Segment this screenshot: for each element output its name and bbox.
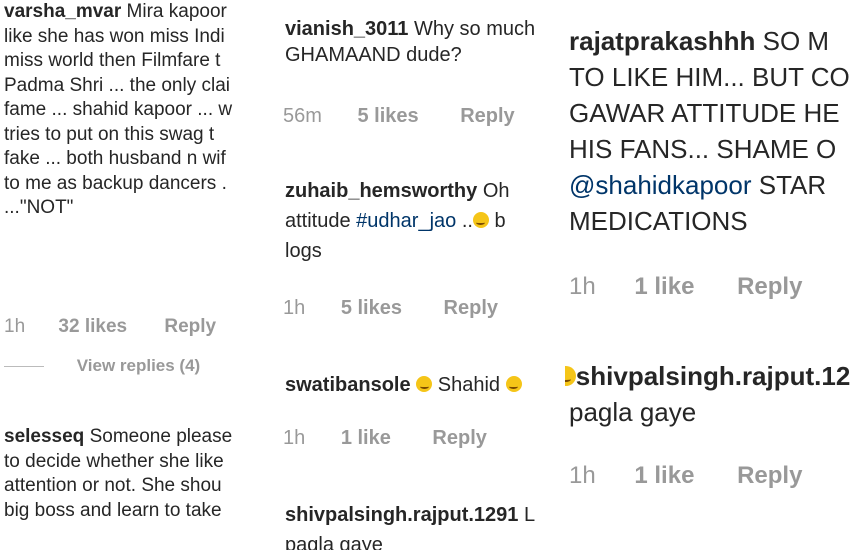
comment-username[interactable]: swatibansole [285,374,411,396]
comment-text: Padma Shri ... the only clai [4,74,230,96]
smile-emoji-icon [416,376,433,392]
comment-text: HIS FANS... SHAME O [569,134,837,164]
comment-meta: 1h 1 like Reply [569,462,802,490]
comment-text: pagla gaye [569,397,697,427]
comment-meta: 1h 5 likes Reply [283,297,498,320]
comment-username[interactable]: rajatprakashhh [569,26,755,56]
comment-zuhaib: zuhaib_hemsworthy Oh attitude #udhar_jao… [285,176,565,266]
comment-text: MEDICATIONS [569,206,748,236]
comment-text: b [494,210,506,232]
comment-text: Shahid [437,374,501,396]
likes-count[interactable]: 1 like [634,273,694,301]
comment-text: Mira kapoor [126,1,227,22]
comment-time: 1h [4,316,26,337]
comment-text: Someone please [89,426,233,447]
comment-username[interactable]: varsha_mvar [4,1,121,22]
likes-count[interactable]: 1 like [341,427,391,450]
comment-panel-left: varsha_mvar Mira kapoor like she has won… [0,0,283,550]
comment-username[interactable]: zuhaib_hemsworthy [285,180,477,202]
comment-text: ..."NOT" [4,197,74,218]
comment-panel-right: rajatprakashhh SO M TO LIKE HIM... BUT C… [565,0,850,550]
comment-meta: 1h 1 like Reply [569,273,802,301]
comment-text: big boss and learn to take [4,499,222,521]
comment-time: 1h [283,297,306,319]
comment-shivpalsingh: shivpalsingh.rajput.1291 L pagla gaye [285,500,565,550]
smile-emoji-icon [565,365,576,387]
reply-button[interactable]: Reply [432,427,486,450]
comment-text: miss world then Filmfare t [4,50,221,71]
comment-text: like she has won miss Indi [4,25,225,47]
comment-meta: 1h 1 like Reply [283,427,487,450]
reply-button[interactable]: Reply [737,462,802,490]
comment-text: Why so much [414,18,536,40]
comment-text: to decide whether she like [4,450,224,472]
comment-text: SO M [762,26,830,56]
comment-varsha: varsha_mvar Mira kapoor like she has won… [4,0,283,221]
reply-button[interactable]: Reply [460,105,514,128]
likes-count[interactable]: 5 likes [357,105,418,128]
reply-button[interactable]: Reply [164,316,216,338]
comment-swatibansole: swatibansole Shahid [285,372,565,398]
comment-text: GHAMAAND dude? [285,44,462,66]
likes-count[interactable]: 5 likes [341,297,402,320]
comment-text: Oh [482,180,510,202]
comment-time: 1h [569,462,596,489]
comment-rajatprakashhh: rajatprakashhh SO M TO LIKE HIM... BUT C… [569,23,850,239]
view-replies-row[interactable]: View replies (4) [4,356,200,376]
comment-text: attention or not. She shou [4,475,222,496]
comment-text: tries to put on this swag t [4,123,215,145]
comment-text: .. [461,210,473,232]
smile-emoji-icon [505,376,522,392]
comment-text: fame ... shahid kapoor ... w [4,99,233,120]
comment-text: L [523,504,536,526]
comment-time: 56m [283,105,322,127]
comment-text: STAR [758,170,827,200]
comment-time: 1h [569,273,596,300]
comment-text: attitude [285,210,351,232]
likes-count[interactable]: 32 likes [58,316,127,338]
comment-meta: 1h 32 likes Reply [4,316,216,338]
likes-count[interactable]: 1 like [634,462,694,490]
reply-button[interactable]: Reply [737,273,802,301]
mention-link[interactable]: @shahidkapoor [569,170,752,200]
comment-username[interactable]: selesseq [4,426,84,447]
comment-time: 1h [283,427,306,449]
comment-text: GAWAR ATTITUDE HE [569,98,840,128]
comment-text: logs [285,240,322,262]
comment-username[interactable]: vianish_3011 [285,18,408,40]
comment-text: to me as backup dancers . [4,172,227,194]
divider [4,366,44,368]
comment-panel-middle: vianish_3011 Why so much GHAMAAND dude? … [283,0,565,550]
comment-text: TO LIKE HIM... BUT CO [569,62,850,92]
comment-selesseq: selesseq Someone please to decide whethe… [4,425,283,523]
comment-vianish: vianish_3011 Why so much GHAMAAND dude? [285,16,565,68]
view-replies-button[interactable]: View replies (4) [77,356,200,376]
comment-username[interactable]: shivpalsingh.rajput.1291 [285,504,518,526]
comment-shivpalsingh-rajput: shivpalsingh.rajput.12 pagla gaye [565,358,850,430]
hashtag-link[interactable]: #udhar_jao [356,210,456,232]
comment-text: fake ... both husband n wif [4,148,226,169]
reply-button[interactable]: Reply [444,297,498,320]
comment-username[interactable]: shivpalsingh.rajput.12 [576,361,850,391]
comment-meta: 56m 5 likes Reply [283,105,515,128]
comment-text: pagla gaye [285,534,383,550]
smile-emoji-icon [472,212,489,228]
